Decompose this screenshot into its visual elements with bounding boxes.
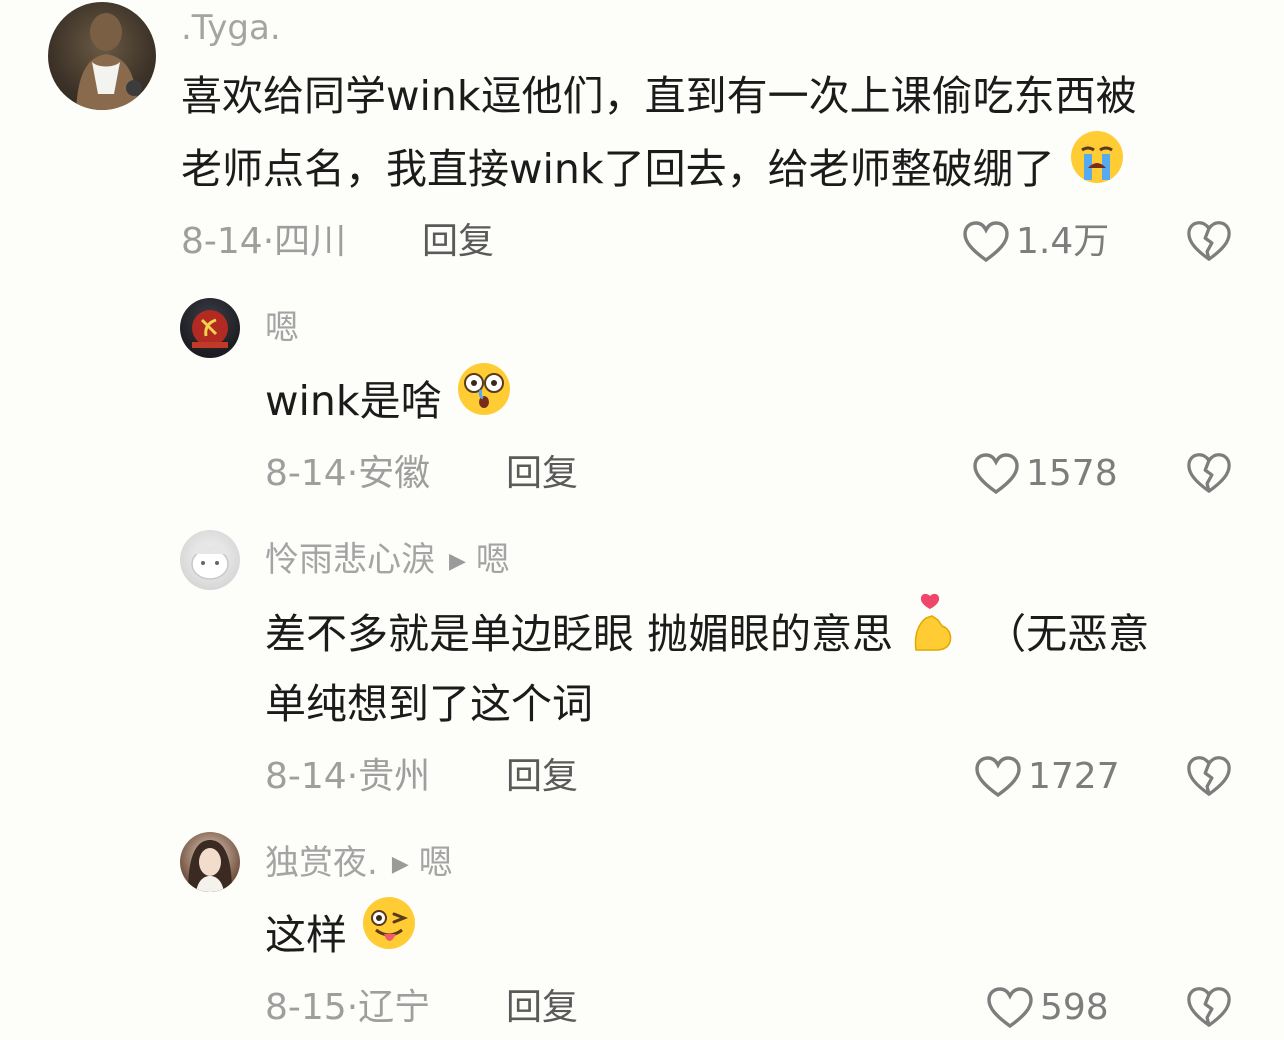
dot-separator: · (262, 221, 275, 262)
like-button[interactable]: 1.4万 (962, 220, 1109, 264)
crying-face-emoji (1068, 128, 1126, 208)
reply-location: 贵州 (358, 756, 431, 797)
comment-thread: .Tyga. 喜欢给同学wink逗他们，直到有一次上课偷吃东西被 老师点名，我直… (0, 0, 1284, 1040)
reply-date-location: 8-15·辽宁 (265, 986, 430, 1030)
broken-heart-icon[interactable] (1186, 450, 1232, 496)
comment-text-line-1: 喜欢给同学wink逗他们，直到有一次上课偷吃东西被 (181, 72, 1137, 120)
heart-icon (973, 453, 1019, 495)
like-count: 1727 (1028, 756, 1120, 797)
reply-username[interactable]: 独赏夜. (265, 843, 378, 883)
reply-text-line-1: 差不多就是单边眨眼 抛媚眼的意思 （无恶意 (265, 593, 1150, 678)
reply-location: 辽宁 (358, 987, 431, 1028)
like-count: 1.4万 (1016, 221, 1110, 262)
reply-text-tail: （无恶意 (985, 610, 1150, 658)
like-count: 598 (1040, 987, 1109, 1028)
reply-text-content: 这样 (265, 911, 347, 959)
reply-username-line: 独赏夜. ▶ 嗯 (265, 843, 453, 888)
like-button[interactable]: 598 (986, 986, 1109, 1030)
finger-heart-emoji (908, 592, 958, 674)
comment-text-line-2: 老师点名，我直接wink了回去，给老师整破绷了 (181, 131, 1126, 212)
heart-icon (975, 756, 1021, 798)
avatar[interactable] (180, 530, 240, 590)
reply-text-line-2: 单纯想到了这个词 (265, 680, 593, 728)
comment-date-location: 8-14·四川 (181, 220, 346, 264)
dot-separator: · (346, 987, 359, 1028)
winking-tongue-face-emoji (360, 894, 418, 974)
avatar[interactable] (180, 298, 240, 358)
avatar[interactable] (48, 2, 156, 110)
avatar-person-icon (76, 13, 142, 110)
reply-text-line-1: 这样 (265, 897, 418, 978)
avatar[interactable] (180, 832, 240, 892)
like-button[interactable]: 1727 (974, 755, 1120, 799)
comment-location: 四川 (274, 221, 347, 262)
broken-heart-icon[interactable] (1186, 753, 1232, 799)
reply-button[interactable]: 回复 (506, 986, 578, 1030)
cartoon-face-icon (190, 544, 230, 580)
broken-heart-icon[interactable] (1186, 984, 1232, 1030)
comment-date: 8-14 (181, 221, 263, 262)
avatar-person-icon (188, 840, 232, 892)
reply-username[interactable]: 嗯 (265, 308, 299, 348)
heart-icon (963, 221, 1009, 263)
reply-arrow-icon: ▶ (449, 549, 466, 574)
reply-username-line: 怜雨悲心淚 ▶ 嗯 (265, 540, 510, 585)
reply-text-content: 差不多就是单边眨眼 抛媚眼的意思 (265, 610, 894, 658)
reply-username[interactable]: 怜雨悲心淚 (265, 540, 435, 580)
like-button[interactable]: 1578 (972, 452, 1118, 496)
like-count: 1578 (1026, 453, 1118, 494)
heart-icon (987, 987, 1033, 1029)
broken-heart-icon[interactable] (1186, 218, 1232, 264)
reply-date: 8-15 (265, 987, 347, 1028)
reply-arrow-icon: ▶ (391, 852, 409, 877)
comment-username[interactable]: .Tyga. (181, 8, 281, 48)
reply-date: 8-14 (265, 756, 347, 797)
reply-date-location: 8-14·贵州 (265, 755, 430, 799)
reply-button[interactable]: 回复 (422, 220, 494, 264)
reply-text-content: wink是啥 (265, 377, 442, 425)
reply-button[interactable]: 回复 (506, 755, 578, 799)
flushed-face-emoji (455, 360, 513, 440)
dot-separator: · (346, 756, 359, 797)
reply-location: 安徽 (358, 453, 431, 494)
hammer-sickle-icon (192, 310, 228, 348)
comment-text-line-2-content: 老师点名，我直接wink了回去，给老师整破绷了 (181, 145, 1055, 193)
reply-date-location: 8-14·安徽 (265, 452, 430, 496)
dot-separator: · (346, 453, 359, 494)
reply-text-line-1: wink是啥 (265, 363, 513, 444)
reply-button[interactable]: 回复 (506, 452, 578, 496)
reply-to-username[interactable]: 嗯 (419, 843, 453, 883)
reply-to-username[interactable]: 嗯 (476, 540, 510, 580)
reply-date: 8-14 (265, 453, 347, 494)
